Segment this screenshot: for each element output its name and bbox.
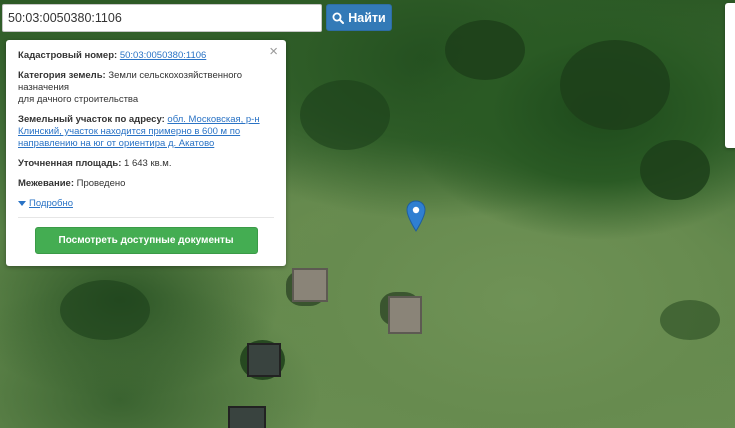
details-toggle[interactable]: Подробно	[18, 198, 73, 209]
survey-value: Проведено	[76, 178, 126, 189]
magnifier-icon	[332, 12, 345, 24]
triangle-down-icon	[18, 201, 26, 206]
address-row: Земельный участок по адресу: обл. Москов…	[18, 114, 274, 150]
tree-canopy	[560, 40, 670, 130]
map-pin-icon[interactable]	[406, 200, 426, 232]
area-label: Уточненная площадь:	[18, 158, 122, 169]
cadastral-number-label: Кадастровый номер:	[18, 50, 118, 61]
side-panel-edge[interactable]	[725, 3, 735, 148]
search-button[interactable]: Найти	[326, 4, 392, 31]
view-documents-button[interactable]: Посмотреть доступные документы	[34, 227, 258, 254]
area-row: Уточненная площадь: 1 643 кв.м.	[18, 158, 274, 170]
address-line-3: направлению на юг от ориентира д. Акатов…	[18, 138, 215, 149]
land-category-value-1: Земли сельскохозяйственного	[108, 70, 243, 81]
tree-canopy	[300, 80, 390, 150]
house-roof	[388, 296, 422, 334]
cadastral-number-link[interactable]: 50:03:0050380:1106	[120, 50, 206, 61]
close-icon[interactable]: ×	[269, 44, 278, 59]
land-category-label: Категория земель:	[18, 70, 106, 81]
house-roof	[228, 406, 266, 428]
house-roof	[247, 343, 281, 377]
tree-canopy	[445, 20, 525, 80]
address-label: Земельный участок по адресу:	[18, 114, 165, 125]
survey-row: Межевание: Проведено	[18, 178, 274, 190]
search-button-label: Найти	[348, 10, 386, 25]
details-link[interactable]: Подробно	[29, 198, 73, 209]
popup-divider	[18, 217, 274, 218]
survey-label: Межевание:	[18, 178, 74, 189]
tree-canopy	[640, 140, 710, 200]
land-category-value-2: назначения	[18, 82, 70, 93]
tree-canopy	[60, 280, 150, 340]
address-line-1: обл. Московская, р-н	[167, 114, 260, 125]
land-category-row: Категория земель: Земли сельскохозяйстве…	[18, 70, 274, 106]
tree-canopy	[660, 300, 720, 340]
area-value: 1 643 кв.м.	[124, 158, 172, 169]
house-roof	[292, 268, 328, 302]
cadastral-number-row: Кадастровый номер: 50:03:0050380:1106	[18, 50, 274, 62]
land-category-value-3: для дачного строительства	[18, 94, 139, 105]
address-line-2: Клинский, участок находится примерно в 6…	[18, 126, 241, 137]
parcel-info-popup: × Кадастровый номер: 50:03:0050380:1106 …	[6, 40, 286, 266]
cadastral-search-input[interactable]	[2, 4, 322, 32]
